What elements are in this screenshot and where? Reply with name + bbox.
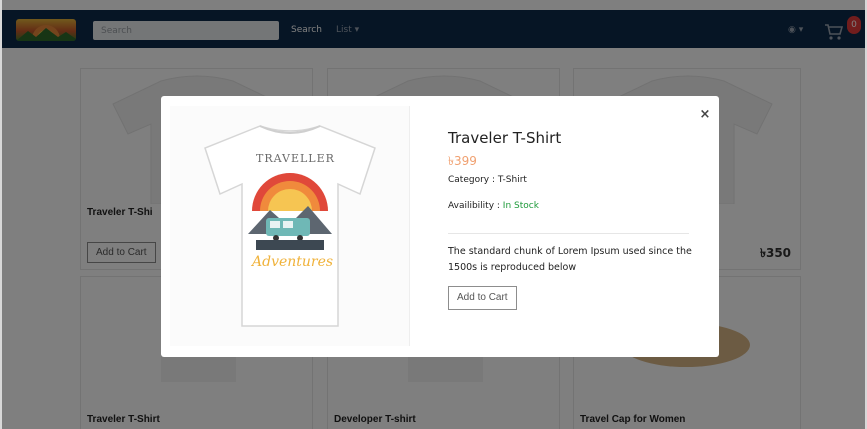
add-to-cart-button[interactable]: Add to Cart	[448, 286, 517, 310]
close-icon[interactable]: ×	[698, 108, 712, 122]
modal-product-availability: Availibility : In Stock	[448, 201, 539, 211]
browser-frame: Search List ▾ ◉ ▾ 0 Traveler T-Shi Add t…	[0, 0, 867, 429]
divider	[448, 233, 689, 234]
modal-product-title: Traveler T-Shirt	[448, 129, 562, 147]
shirt-print-bottom: Adventures	[252, 254, 334, 270]
availability-label: Availibility :	[448, 201, 503, 211]
modal-product-category: Category : T-Shirt	[448, 175, 527, 185]
modal-product-price: ৳399	[448, 154, 477, 168]
stock-status: In Stock	[502, 201, 539, 211]
shirt-print-top: TRAVELLER	[256, 152, 335, 165]
modal-product-description: The standard chunk of Lorem Ipsum used s…	[448, 246, 692, 273]
product-quickview-modal: TRAVELLER Adventures × Traveler T-Shirt …	[161, 96, 719, 357]
product-image: TRAVELLER Adventures	[170, 106, 410, 346]
